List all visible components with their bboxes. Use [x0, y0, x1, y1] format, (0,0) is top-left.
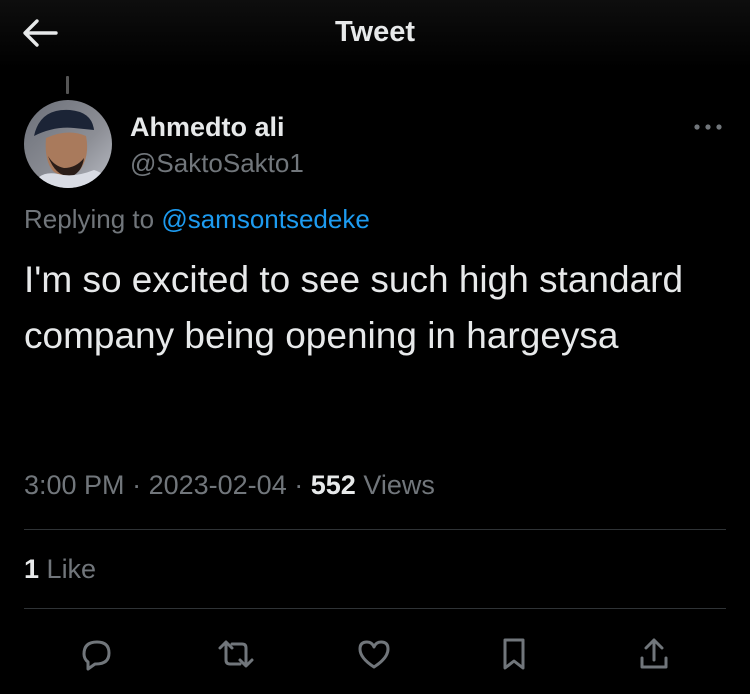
reply-bubble-icon	[76, 634, 116, 674]
thread-connector-line	[66, 76, 69, 94]
meta-separator: ·	[294, 470, 304, 500]
more-options-button[interactable]	[690, 114, 726, 140]
tweet-time[interactable]: 3:00 PM	[24, 470, 125, 500]
share-icon	[634, 634, 674, 674]
author-display-name[interactable]: Ahmedto ali	[130, 112, 285, 143]
divider	[24, 608, 726, 609]
likes-count: 1	[24, 554, 40, 584]
tweet-text: I'm so excited to see such high standard…	[24, 259, 684, 356]
page-title: Tweet	[334, 16, 416, 48]
like-button[interactable]	[348, 628, 400, 680]
retweet-icon	[214, 634, 258, 674]
bookmark-button[interactable]	[488, 628, 540, 680]
bookmark-icon	[494, 634, 534, 674]
avatar[interactable]	[24, 100, 112, 188]
author-handle[interactable]: @SaktoSakto1	[130, 148, 304, 179]
top-bar: Tweet	[0, 0, 750, 68]
meta-separator: ·	[132, 470, 142, 500]
views-count: 552	[310, 470, 356, 500]
likes-summary[interactable]: 1 Like	[24, 554, 96, 585]
tweet-metadata: 3:00 PM · 2023-02-04 · 552 Views	[24, 470, 435, 501]
action-bar	[0, 622, 750, 682]
reply-context: Replying to @samsontsedeke	[24, 204, 370, 235]
reply-context-prefix: Replying to	[24, 204, 155, 234]
reply-button[interactable]	[70, 628, 122, 680]
views-label: Views	[363, 470, 435, 500]
tweet-date[interactable]: 2023-02-04	[149, 470, 287, 500]
likes-label: Like	[46, 554, 97, 584]
divider	[24, 529, 726, 530]
reply-mention-link[interactable]: @samsontsedeke	[161, 204, 370, 234]
share-button[interactable]	[628, 628, 680, 680]
heart-icon	[354, 634, 394, 674]
more-horizontal-icon	[693, 123, 723, 131]
retweet-button[interactable]	[210, 628, 262, 680]
